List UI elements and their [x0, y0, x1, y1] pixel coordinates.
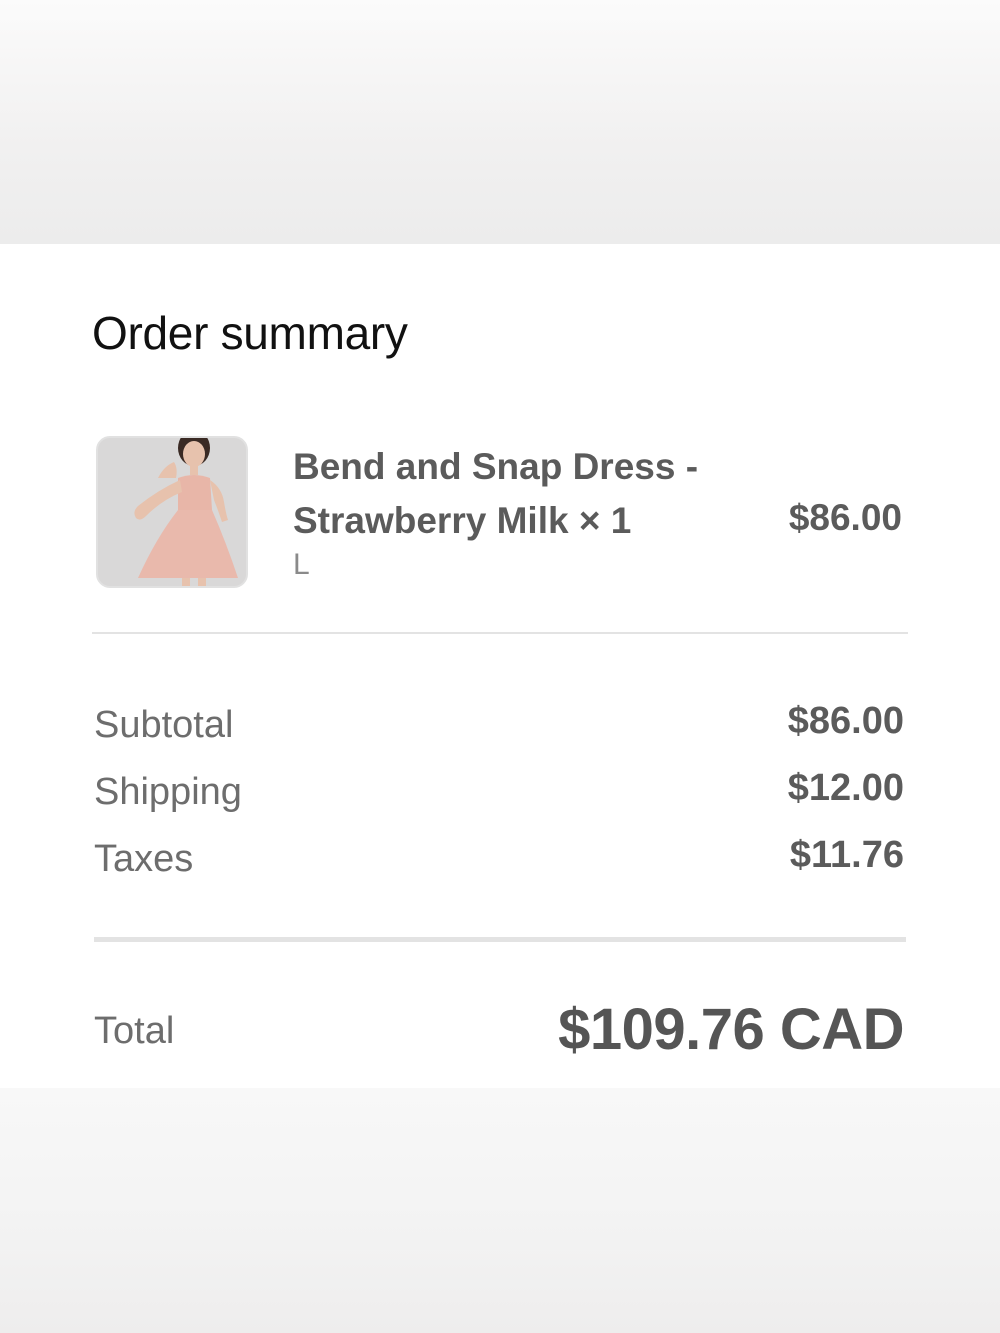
subtotal-value: $86.00: [787, 700, 904, 742]
total-label: Total: [94, 1010, 175, 1052]
total-value: $109.76 CAD: [558, 997, 904, 1062]
divider-items: [92, 632, 908, 634]
divider-total: [94, 937, 906, 942]
product-price: $86.00: [788, 497, 902, 538]
product-thumbnail: [96, 436, 248, 588]
background-top: [0, 0, 1000, 245]
product-name: Bend and Snap Dress - Strawberry Milk × …: [293, 446, 699, 541]
subtotal-label: Subtotal: [94, 704, 234, 746]
background-bottom: [0, 1088, 1000, 1333]
shipping-label: Shipping: [94, 771, 242, 813]
order-summary-card: [0, 244, 1000, 1088]
dress-photo-icon: [98, 438, 246, 586]
taxes-value: $11.76: [789, 834, 904, 876]
product-variant: L: [293, 548, 310, 581]
taxes-label: Taxes: [94, 838, 194, 880]
shipping-value: $12.00: [787, 767, 904, 809]
order-summary-title: Order summary: [92, 307, 408, 359]
